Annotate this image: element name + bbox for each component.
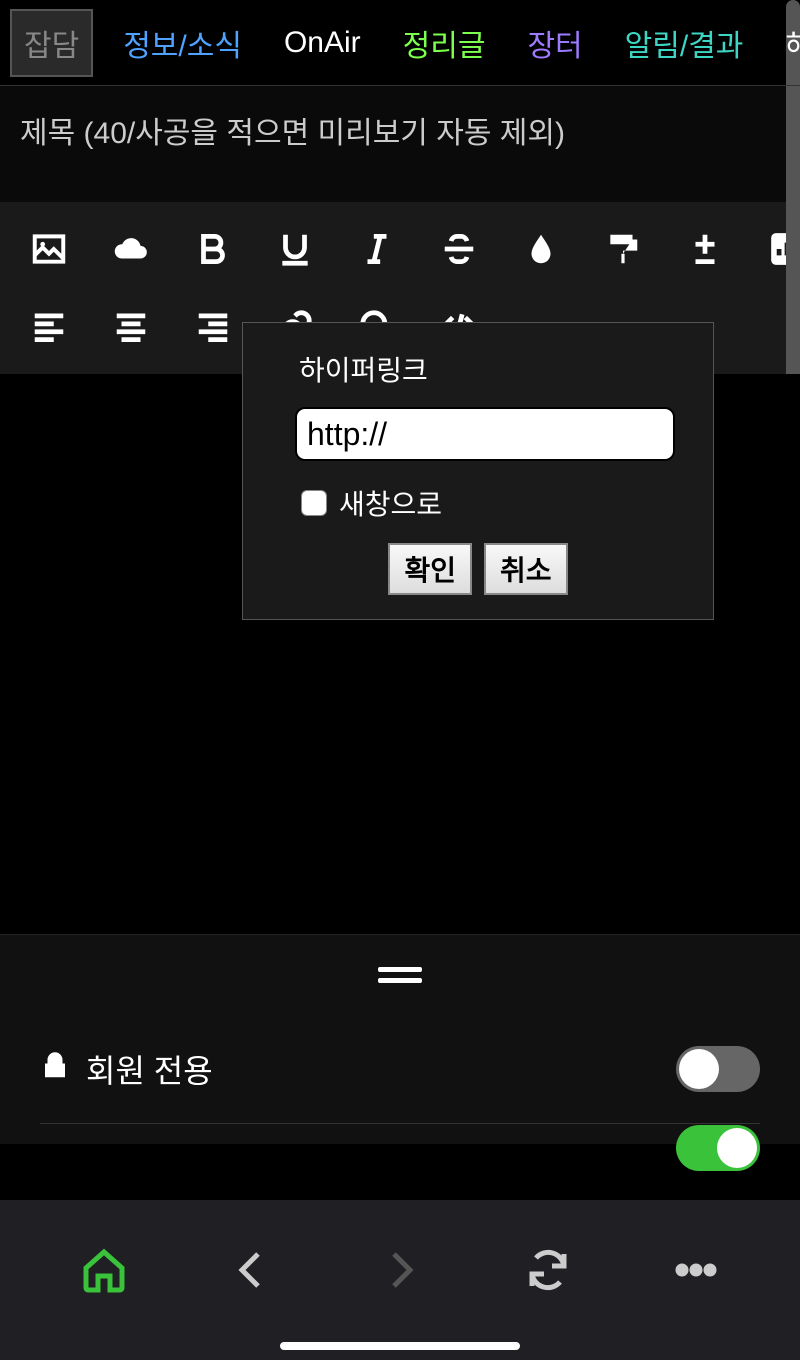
resize-separator[interactable] [0, 934, 800, 1014]
align-right-icon[interactable] [194, 308, 232, 346]
post-options: 회원 전용 [0, 1014, 800, 1144]
cloud-icon[interactable] [112, 230, 150, 268]
tab-summary[interactable]: 정리글 [391, 11, 498, 75]
align-center-icon[interactable] [112, 308, 150, 346]
tab-chat[interactable]: 잡담 [10, 9, 93, 77]
strikethrough-icon[interactable] [440, 230, 478, 268]
hyperlink-url-input[interactable] [295, 407, 675, 461]
tab-onair[interactable]: OnAir [272, 16, 373, 70]
new-window-label: 새창으로 [339, 483, 442, 523]
refresh-button[interactable] [518, 1240, 578, 1300]
members-only-label: 회원 전용 [86, 1046, 213, 1092]
browser-bottom-nav [0, 1200, 800, 1360]
image-icon[interactable] [30, 230, 68, 268]
hyperlink-dialog-title: 하이퍼링크 [299, 349, 685, 389]
lock-icon [40, 1051, 70, 1086]
paint-roller-icon[interactable] [604, 230, 642, 268]
bold-icon[interactable] [194, 230, 232, 268]
forward-button[interactable] [370, 1240, 430, 1300]
plus-minus-icon[interactable] [686, 230, 724, 268]
drag-handle-icon [378, 966, 422, 984]
menu-button[interactable] [666, 1240, 726, 1300]
tint-icon[interactable] [522, 230, 560, 268]
editor-content-area[interactable]: 하이퍼링크 새창으로 확인 취소 [0, 374, 800, 934]
tab-release[interactable]: 해제 [773, 11, 800, 75]
new-window-checkbox[interactable] [301, 490, 327, 516]
home-indicator [280, 1342, 520, 1350]
home-button[interactable] [74, 1240, 134, 1300]
tab-notice-result[interactable]: 알림/결과 [613, 11, 756, 75]
confirm-button[interactable]: 확인 [388, 543, 472, 595]
tab-market[interactable]: 장터 [515, 11, 594, 75]
hyperlink-dialog: 하이퍼링크 새창으로 확인 취소 [242, 322, 714, 620]
tab-info-news[interactable]: 정보/소식 [111, 11, 254, 75]
members-only-toggle[interactable] [676, 1046, 760, 1092]
next-option-toggle[interactable] [676, 1125, 760, 1171]
italic-icon[interactable] [358, 230, 396, 268]
align-left-icon[interactable] [30, 308, 68, 346]
category-tabs: 잡담 정보/소식 OnAir 정리글 장터 알림/결과 해제 [0, 0, 800, 86]
cancel-button[interactable]: 취소 [484, 543, 568, 595]
underline-icon[interactable] [276, 230, 314, 268]
title-input[interactable]: 제목 (40/사공을 적으면 미리보기 자동 제외) [0, 86, 800, 202]
back-button[interactable] [222, 1240, 282, 1300]
